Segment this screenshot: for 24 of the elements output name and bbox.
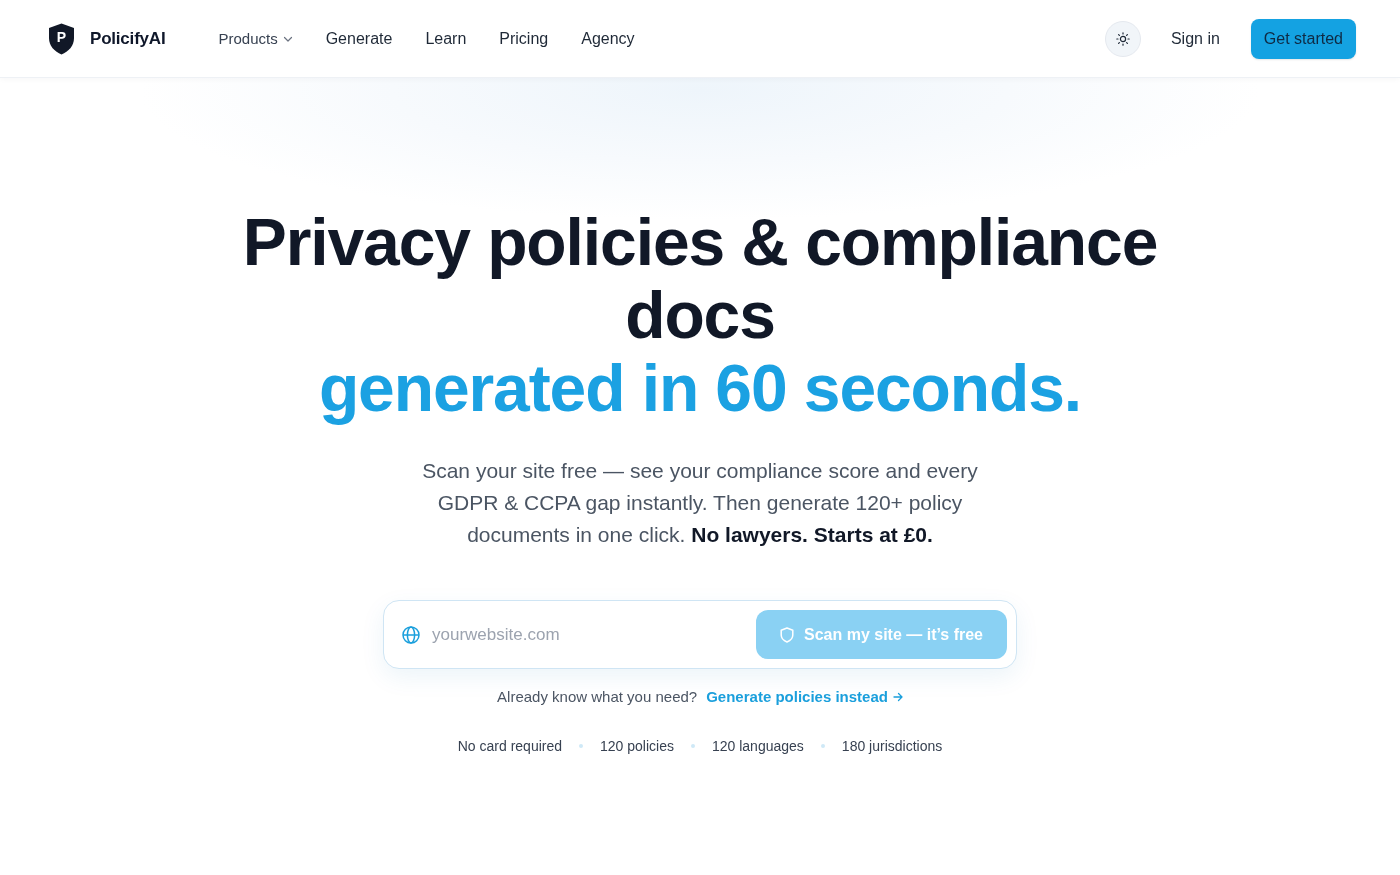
hero-headline: Privacy policies & compliance docs generated in 60 seconds. <box>241 206 1159 425</box>
url-input[interactable]: yourwebsite.com <box>432 618 746 651</box>
trust-item: 120 policies <box>600 738 674 754</box>
hero-subtitle: Scan your site free — see your compliance score and every GDPR & CCPA gap instantly. Then generate 120+ policy documents in one click. No lawyers. Starts at £0. <box>421 458 979 548</box>
theme-toggle-button[interactable] <box>1104 20 1141 57</box>
separator-dot-icon <box>820 744 825 748</box>
separator-dot-icon <box>579 744 584 748</box>
trust-item: 120 languages <box>711 738 804 754</box>
trust-item: No card required <box>457 738 563 754</box>
nav-link[interactable]: Agency <box>581 29 635 48</box>
nav-link[interactable]: Learn <box>425 29 467 48</box>
shield-icon <box>779 626 794 643</box>
separator-dot-icon <box>690 744 695 748</box>
shield-logo: P <box>48 22 75 55</box>
sign-in-link[interactable]: Sign in <box>1170 29 1220 48</box>
brand-name: PolicifyAI <box>90 28 166 49</box>
nav-link[interactable]: Pricing <box>499 29 549 48</box>
nav-menu-button[interactable]: Products <box>218 30 293 47</box>
get-started-button[interactable]: Get started <box>1250 18 1356 59</box>
globe-icon <box>402 625 420 644</box>
nav-link[interactable]: Generate <box>325 29 393 48</box>
arrow-right-icon <box>892 691 903 702</box>
alt-prompt-text: Already know what you need? <box>497 688 698 705</box>
trust-item: 180 jurisdictions <box>841 738 943 754</box>
